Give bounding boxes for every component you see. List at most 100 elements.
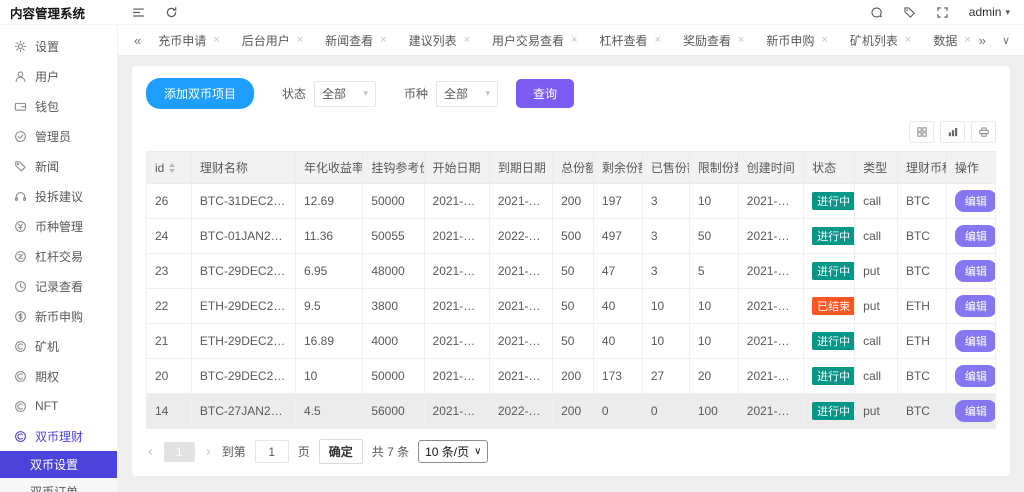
sidebar-item-label: 新闻 — [35, 159, 60, 174]
close-icon[interactable]: × — [464, 34, 470, 46]
tab-item[interactable]: 新闻查看 × — [314, 28, 397, 53]
tab-item[interactable]: 充币申请 × — [147, 28, 230, 53]
sidebar-item-records[interactable]: 记录查看 — [0, 271, 117, 301]
chevron-down-icon: ▾ — [1005, 6, 1010, 17]
tab-item[interactable]: 新币申购 × — [755, 28, 838, 53]
tab-item[interactable]: 矿机列表 × — [839, 28, 922, 53]
column-header-label: 创建时间 — [746, 161, 795, 175]
prev-page-button[interactable]: ‹ — [146, 444, 155, 459]
tag-icon — [14, 160, 27, 173]
table-row: 20BTC-29DEC21-50000-C10500002021-12-2820… — [146, 358, 997, 394]
sidebar-item-news[interactable]: 新闻 — [0, 151, 117, 181]
tabs-dropdown-icon[interactable]: ∨ — [992, 34, 1014, 47]
tab-item[interactable]: 杠杆查看 × — [589, 28, 672, 53]
tabs-scroll-right-icon[interactable]: » — [973, 33, 992, 48]
query-button[interactable]: 查询 — [516, 79, 575, 108]
edit-button[interactable]: 编辑 — [954, 260, 995, 282]
close-icon[interactable]: × — [964, 34, 970, 46]
cell-actions: 编辑 — [945, 288, 997, 324]
cell-remain-shares: 0 — [592, 393, 643, 429]
tabs-scroll-left-icon[interactable]: « — [128, 33, 147, 48]
refresh-icon[interactable] — [165, 6, 178, 19]
close-icon[interactable]: × — [821, 34, 827, 46]
export-button[interactable] — [940, 121, 965, 143]
column-header[interactable]: id — [146, 151, 192, 184]
sidebar-item-nft[interactable]: NFT — [0, 391, 117, 421]
cell-total-shares: 50 — [552, 253, 594, 289]
sidebar-item-label: 杠杆交易 — [35, 249, 84, 264]
sidebar-item-users[interactable]: 用户 — [0, 61, 117, 91]
column-header: 总份额 — [552, 151, 594, 184]
sidebar-item-dual-finance[interactable]: 双币理财 — [0, 421, 117, 451]
dollar-circle-icon — [14, 310, 27, 323]
sidebar-subitem-dual-orders[interactable]: 双币订单 — [0, 478, 117, 492]
fullscreen-icon[interactable] — [936, 6, 949, 19]
add-dual-project-button[interactable]: 添加双币项目 — [146, 78, 255, 109]
edit-button[interactable]: 编辑 — [954, 365, 995, 387]
edit-button[interactable]: 编辑 — [954, 295, 995, 317]
coin-select[interactable]: 全部 ▾ — [436, 80, 499, 107]
sidebar-item-coin-manage[interactable]: 币种管理 — [0, 211, 117, 241]
sidebar-subitem-dual-settings[interactable]: 双币设置 — [0, 451, 117, 478]
cell-sold-shares: 3 — [641, 183, 690, 219]
tab-item[interactable]: 数据 × — [922, 28, 972, 53]
coin-filter-label: 币种 — [404, 87, 429, 101]
sidebar-item-miner[interactable]: 矿机 — [0, 331, 117, 361]
close-icon[interactable]: × — [297, 34, 303, 46]
close-icon[interactable]: × — [738, 34, 744, 46]
close-icon[interactable]: × — [905, 34, 911, 46]
sidebar-item-settings[interactable]: 设置 — [0, 31, 117, 61]
cell-created: 2021-12-28 — [737, 218, 805, 254]
sidebar-item-leverage[interactable]: 杠杆交易 — [0, 241, 117, 271]
edit-button[interactable]: 编辑 — [954, 400, 995, 422]
pagination: ‹ 1 › 到第 页 确定 共 7 条 10 条/页 ∨ — [146, 439, 996, 464]
sidebar-item-new-coin[interactable]: 新币申购 — [0, 301, 117, 331]
confirm-page-button[interactable]: 确定 — [318, 439, 363, 464]
cell-actions: 编辑 — [945, 183, 997, 219]
tab-item[interactable]: 奖励查看 × — [672, 28, 755, 53]
cell-start-date: 2021-12-28 — [423, 288, 490, 324]
sidebar-item-admins[interactable]: 管理员 — [0, 121, 117, 151]
tab-item[interactable]: 用户交易查看 × — [481, 28, 588, 53]
page-unit-label: 页 — [297, 445, 310, 459]
collapse-menu-icon[interactable] — [132, 6, 145, 19]
column-header: 挂钩参考价 — [362, 151, 425, 184]
close-icon[interactable]: × — [213, 34, 219, 46]
cell-sold-shares: 3 — [641, 218, 690, 254]
edit-button[interactable]: 编辑 — [954, 225, 995, 247]
filter-columns-button[interactable] — [909, 121, 934, 143]
sidebar-item-label: 期权 — [35, 369, 60, 384]
page-size-select[interactable]: 10 条/页 ∨ — [418, 440, 489, 463]
sidebar-item-label: NFT — [35, 399, 59, 413]
edit-button[interactable]: 编辑 — [954, 330, 995, 352]
cell-id: 24 — [146, 218, 192, 254]
print-button[interactable] — [971, 121, 996, 143]
sidebar-item-wallet[interactable]: 钱包 — [0, 91, 117, 121]
sort-icon[interactable] — [169, 162, 176, 173]
close-icon[interactable]: × — [571, 34, 577, 46]
cell-actions: 编辑 — [945, 253, 997, 289]
edit-button[interactable]: 编辑 — [954, 190, 995, 212]
sidebar-item-options[interactable]: 期权 — [0, 361, 117, 391]
cell-end-date: 2021-12-29 — [488, 323, 554, 359]
tab-item[interactable]: 后台用户 × — [231, 28, 314, 53]
sidebar-item-suggestions[interactable]: 投拆建议 — [0, 181, 117, 211]
tab-label: 杠杆查看 — [599, 33, 648, 48]
user-menu[interactable]: admin ▾ — [969, 5, 1010, 19]
cell-ref-price: 50000 — [362, 358, 425, 394]
status-badge: 进行中 — [812, 262, 854, 280]
close-icon[interactable]: × — [380, 34, 386, 46]
page-input[interactable] — [254, 440, 289, 463]
cell-status: 进行中 — [803, 183, 856, 219]
cell-status: 进行中 — [803, 393, 856, 429]
cell-end-date: 2021-12-31 — [488, 183, 554, 219]
next-page-button[interactable]: › — [204, 444, 213, 459]
message-icon[interactable] — [870, 6, 883, 19]
current-page[interactable]: 1 — [164, 441, 195, 462]
close-icon[interactable]: × — [655, 34, 661, 46]
status-select[interactable]: 全部 ▾ — [314, 80, 377, 107]
tab-item[interactable]: 建议列表 × — [398, 28, 481, 53]
cell-actions: 编辑 — [945, 218, 997, 254]
column-header: 理财币种 — [896, 151, 947, 184]
tag-icon[interactable] — [903, 6, 916, 19]
